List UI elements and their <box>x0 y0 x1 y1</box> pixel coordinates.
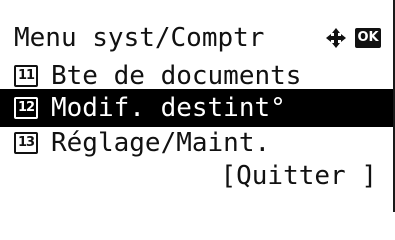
quit-softkey[interactable]: [Quitter ] <box>0 157 393 195</box>
quit-label: [Quitter ] <box>220 161 377 191</box>
item-number-badge: 13 <box>14 132 38 154</box>
item-number-badge: 12 <box>14 97 38 119</box>
title-icons: OK <box>325 19 381 57</box>
menu-item-label: Modif. destint° <box>51 93 286 123</box>
dpad-arrows-icon <box>326 28 346 48</box>
menu-item-edit-destination[interactable]: 12 Modif. destint° <box>0 89 393 127</box>
lcd-screen: Menu syst/Comptr OK 11 Bte de documents … <box>0 0 395 212</box>
screen-title: Menu syst/Comptr <box>14 23 265 53</box>
item-number-badge: 11 <box>14 65 38 87</box>
ok-key-icon[interactable]: OK <box>355 28 381 48</box>
title-bar: Menu syst/Comptr OK <box>0 19 393 57</box>
